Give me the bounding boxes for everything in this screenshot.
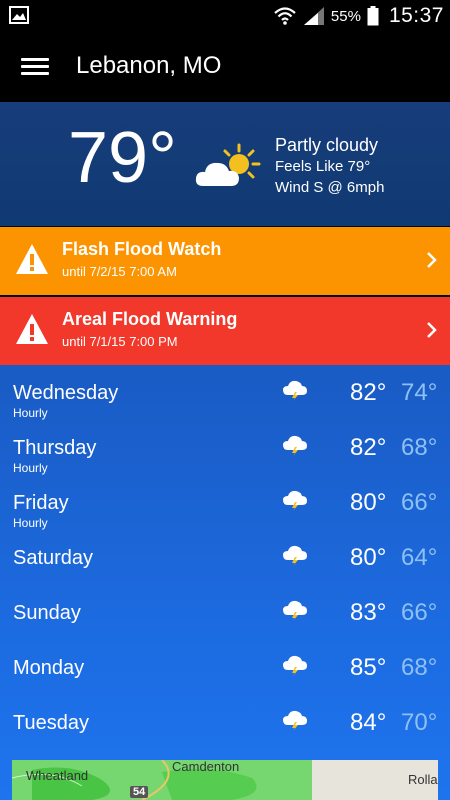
day-name: Sunday [13, 602, 81, 624]
low-temp: 68° [401, 654, 438, 681]
warning-icon [16, 244, 48, 274]
high-temp: 83° [350, 599, 387, 626]
wind: Wind S @ 6mph [275, 179, 385, 196]
forecast-row-wednesday[interactable]: Wednesday Hourly 82° 74° [0, 365, 450, 420]
map-label-camdenton: Camdenton [172, 760, 240, 774]
day-name: Tuesday [13, 712, 89, 734]
hourly-link[interactable]: Hourly [13, 516, 48, 530]
chevron-right-icon [427, 322, 437, 338]
status-bar: 55% 15:37 [0, 0, 450, 32]
battery-icon [367, 6, 379, 26]
thunderstorm-icon [283, 435, 307, 456]
day-name: Saturday [13, 547, 94, 569]
forecast-row-tuesday[interactable]: Tuesday 84° 70° [0, 695, 450, 750]
high-temp: 82° [350, 434, 387, 461]
thunderstorm-icon [283, 710, 307, 731]
warning-icon [16, 314, 48, 344]
alert-areal-flood-warning[interactable]: Areal Flood Warning until 7/1/15 7:00 PM [0, 297, 450, 365]
low-temp: 64° [401, 544, 438, 571]
location-title[interactable]: Lebanon, MO [76, 52, 221, 80]
alert-until: until 7/1/15 7:00 PM [62, 334, 178, 349]
day-name: Friday [13, 492, 69, 514]
current-details: Partly cloudy Feels Like 79° Wind S @ 6m… [275, 134, 384, 198]
forecast-row-monday[interactable]: Monday 85° 68° [0, 640, 450, 695]
high-temp: 80° [350, 489, 387, 516]
high-temp: 80° [350, 544, 387, 571]
battery-percent: 55% [330, 7, 361, 25]
gallery-icon [9, 6, 29, 24]
low-temp: 68° [401, 434, 438, 461]
alert-flash-flood-watch[interactable]: Flash Flood Watch until 7/2/15 7:00 AM [0, 227, 450, 295]
condition-text: Partly cloudy [275, 135, 379, 155]
thunderstorm-icon [283, 380, 307, 401]
low-temp: 70° [401, 709, 438, 736]
chevron-right-icon [427, 252, 437, 268]
radar-map-preview[interactable]: Wheatland Camdenton Rolla 54 [12, 760, 438, 800]
current-temperature: 79° [68, 118, 177, 198]
day-name: Wednesday [13, 382, 119, 404]
map-label-rolla: Rolla [408, 772, 438, 787]
forecast-row-friday[interactable]: Friday Hourly 80° 66° [0, 475, 450, 530]
map-label-wheatland: Wheatland [26, 768, 89, 783]
hourly-link[interactable]: Hourly [13, 461, 48, 475]
route-shield-54: 54 [130, 786, 149, 798]
alert-until: until 7/2/15 7:00 AM [62, 264, 177, 279]
feels-like: Feels Like 79° [275, 158, 371, 175]
forecast-row-sunday[interactable]: Sunday 83° 66° [0, 585, 450, 640]
low-temp: 66° [401, 489, 438, 516]
day-name: Thursday [13, 437, 97, 459]
hourly-link[interactable]: Hourly [13, 406, 48, 420]
app-bar: Lebanon, MO [0, 32, 450, 102]
thunderstorm-icon [283, 545, 307, 566]
thunderstorm-icon [283, 490, 307, 511]
high-temp: 85° [350, 654, 387, 681]
current-conditions[interactable]: 79° Partly cloudy Feels Like 79° Wind S … [0, 102, 450, 226]
wifi-icon [274, 7, 296, 25]
partly-cloudy-icon [195, 143, 261, 186]
clock: 15:37 [388, 4, 444, 27]
high-temp: 84° [350, 709, 387, 736]
thunderstorm-icon [283, 600, 307, 621]
daily-forecast-list: Wednesday Hourly 82° 74° Thursday Hourly… [0, 365, 450, 800]
forecast-row-saturday[interactable]: Saturday 80° 64° [0, 530, 450, 585]
signal-icon [303, 7, 324, 25]
alert-title: Flash Flood Watch [62, 239, 222, 259]
day-name: Monday [13, 657, 85, 679]
thunderstorm-icon [283, 655, 307, 676]
status-right: 55% 15:37 [273, 0, 444, 32]
menu-icon[interactable] [21, 58, 49, 76]
low-temp: 66° [401, 599, 438, 626]
forecast-row-thursday[interactable]: Thursday Hourly 82° 68° [0, 420, 450, 475]
alert-title: Areal Flood Warning [62, 309, 238, 329]
low-temp: 74° [401, 379, 438, 406]
high-temp: 82° [350, 379, 387, 406]
